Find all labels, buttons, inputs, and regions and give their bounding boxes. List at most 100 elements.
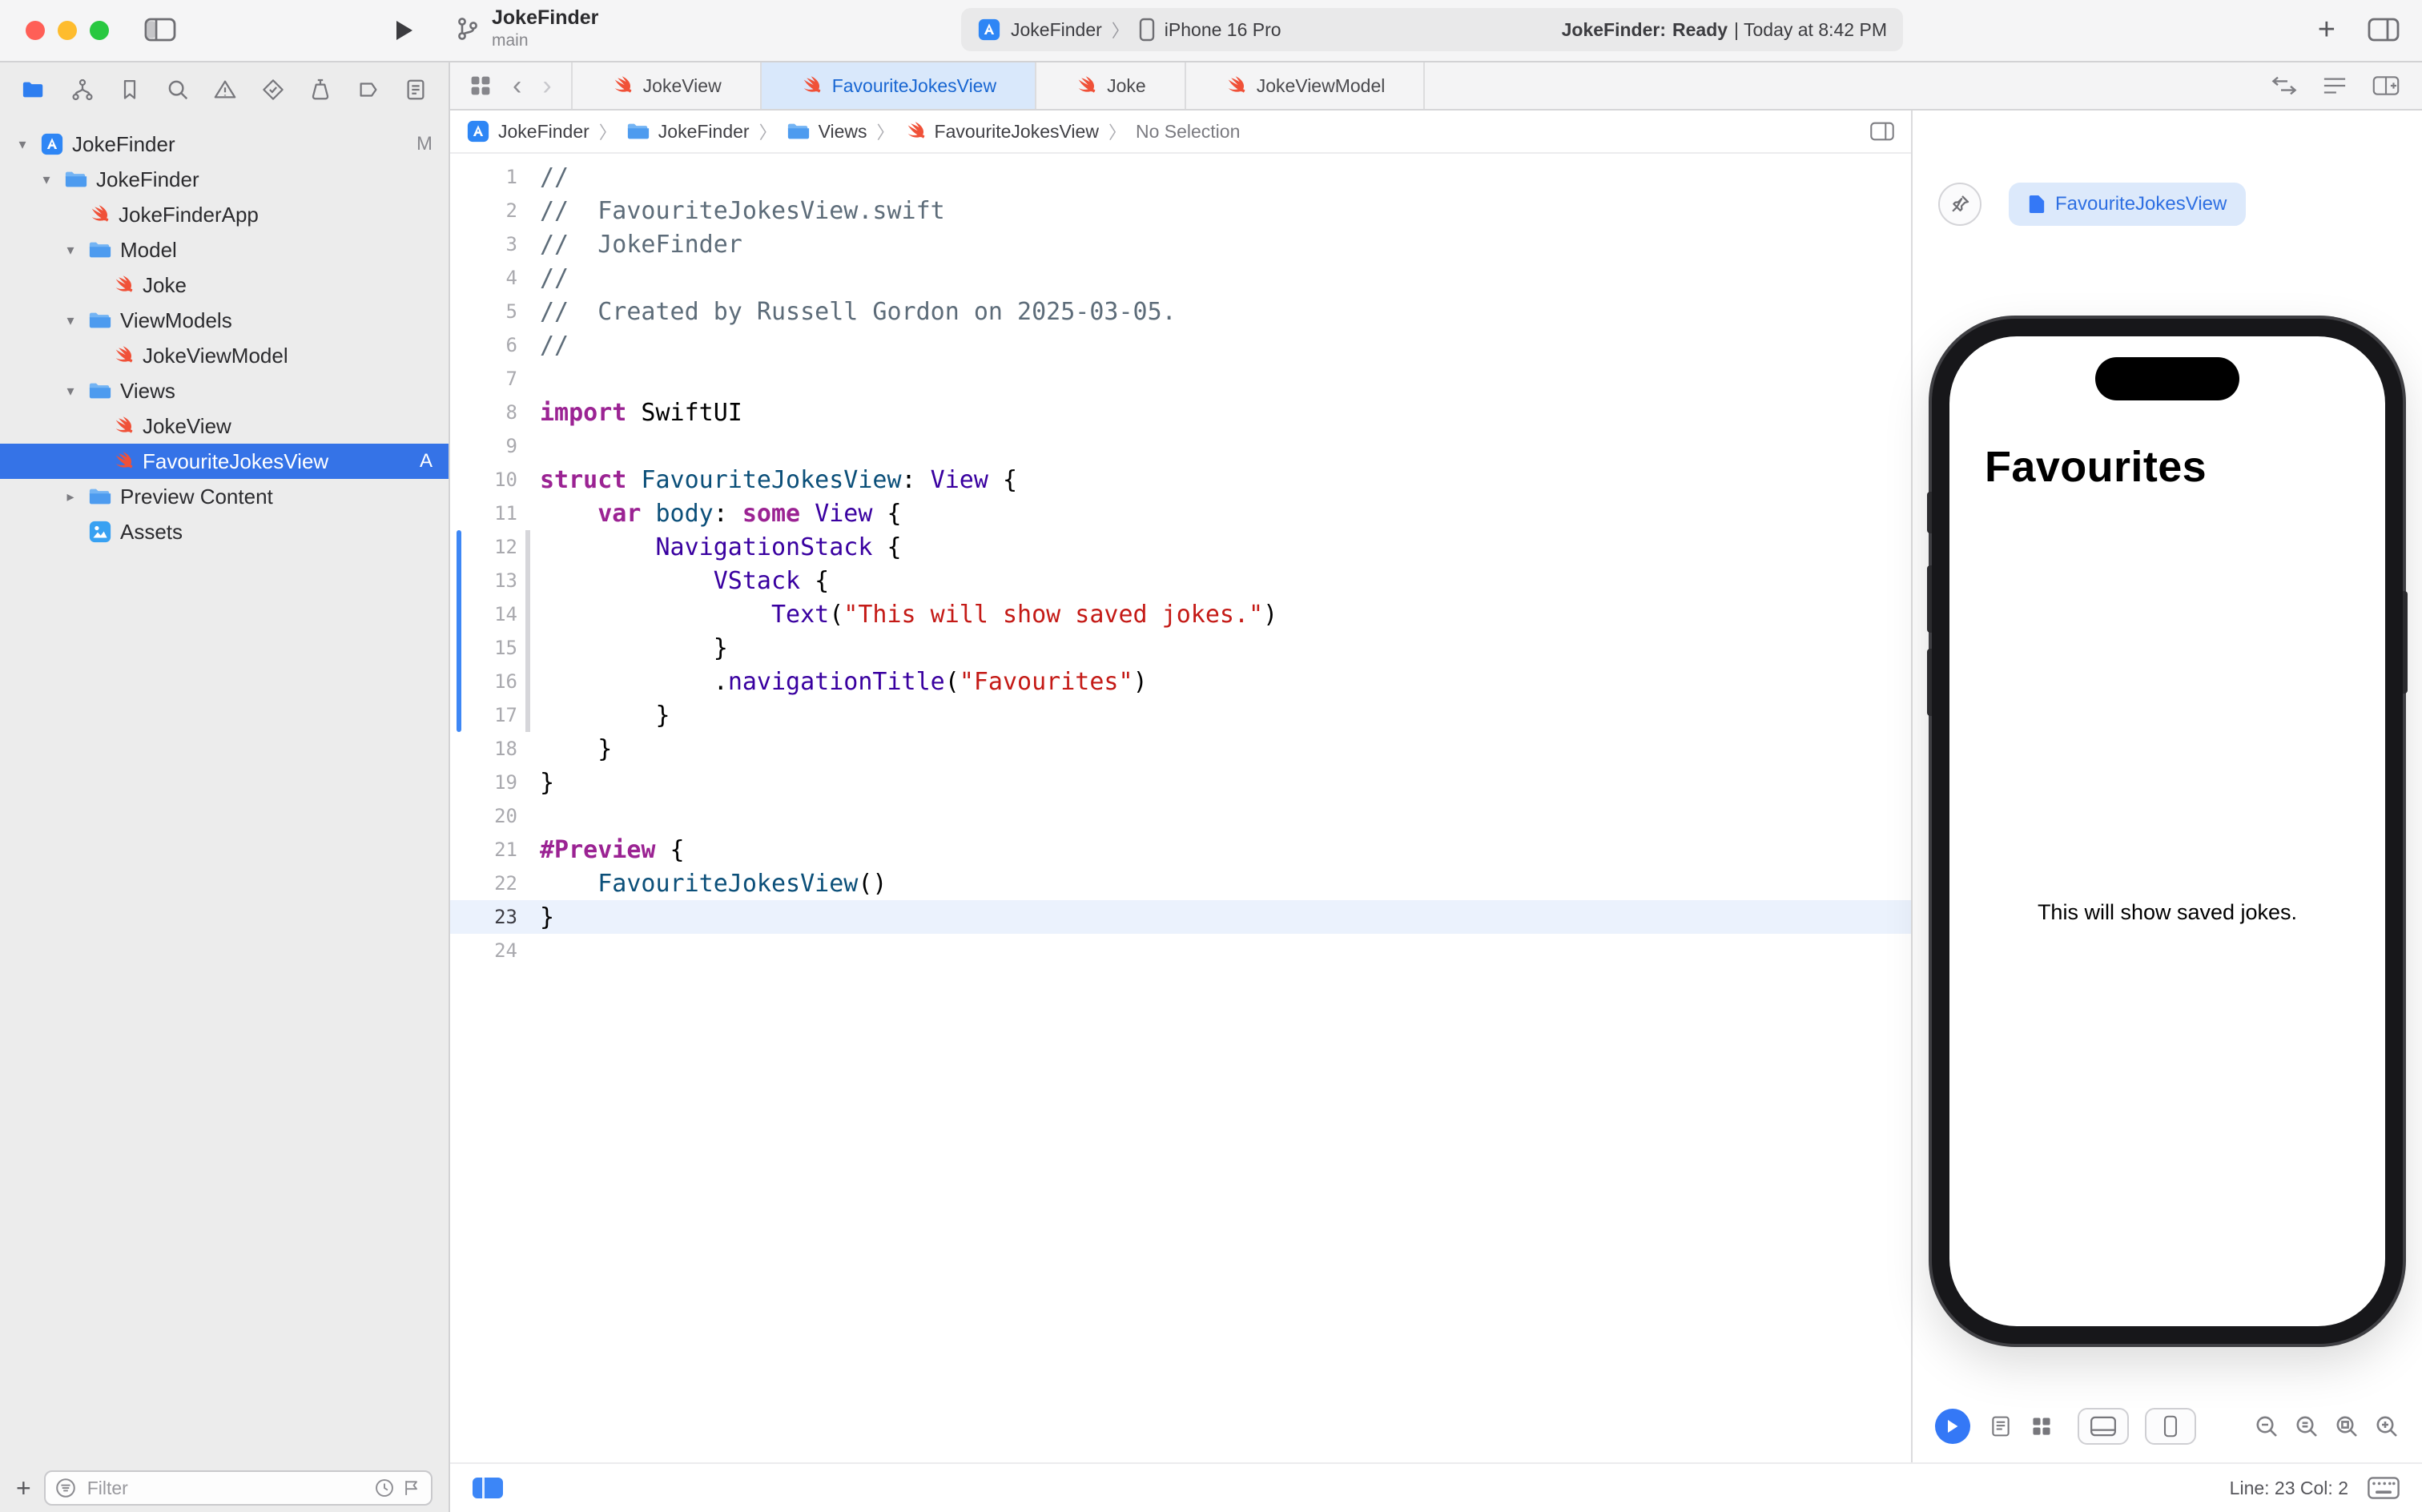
- sidebar-toggle-icon[interactable]: [144, 18, 176, 42]
- breadcrumb-item[interactable]: JokeFinder: [626, 119, 750, 143]
- code-line-5[interactable]: 5// Created by Russell Gordon on 2025-03…: [450, 295, 1911, 328]
- sidebar-item-jokefinderapp[interactable]: JokeFinderApp: [0, 197, 449, 232]
- code-line-1[interactable]: 1//: [450, 160, 1911, 194]
- version-editor-icon[interactable]: [2271, 76, 2297, 95]
- scheme-name[interactable]: JokeFinder: [1011, 19, 1102, 41]
- device-screen[interactable]: Favourites This will show saved jokes.: [1949, 336, 2385, 1326]
- code-line-22[interactable]: 22 FavouriteJokesView(): [450, 867, 1911, 900]
- device-bezel-button[interactable]: [2145, 1408, 2196, 1445]
- minimize-window-button[interactable]: [58, 21, 77, 40]
- filter-input[interactable]: [84, 1476, 367, 1501]
- sidebar-item-jokeviewmodel[interactable]: JokeViewModel: [0, 338, 449, 373]
- breakpoints-navigator-icon[interactable]: [356, 78, 380, 102]
- sidebar-item-joke[interactable]: Joke: [0, 267, 449, 303]
- code-line-10[interactable]: 10struct FavouriteJokesView: View {: [450, 463, 1911, 497]
- code-line-12[interactable]: 12 NavigationStack {: [450, 530, 1911, 564]
- code-line-20[interactable]: 20: [450, 799, 1911, 833]
- zoom-window-button[interactable]: [90, 21, 109, 40]
- issues-navigator-icon[interactable]: [213, 78, 237, 102]
- close-window-button[interactable]: [26, 21, 45, 40]
- find-navigator-icon[interactable]: [166, 78, 190, 102]
- bookmarks-navigator-icon[interactable]: [118, 78, 142, 102]
- code-line-18[interactable]: 18 }: [450, 732, 1911, 766]
- debug-navigator-icon[interactable]: [308, 78, 332, 102]
- related-items-icon[interactable]: [469, 74, 492, 97]
- code-line-23[interactable]: 23}: [450, 900, 1911, 934]
- selectable-mode-icon[interactable]: [1990, 1415, 2012, 1438]
- editor-options-icon[interactable]: [2323, 76, 2347, 95]
- sidebar-item-jokeview[interactable]: JokeView: [0, 408, 449, 444]
- sidebar-item-assets[interactable]: Assets: [0, 514, 449, 549]
- activity-view[interactable]: JokeFinder 〉 iPhone 16 Pro JokeFinder: R…: [961, 8, 1903, 51]
- filter-field[interactable]: [44, 1470, 432, 1506]
- recents-filter-icon[interactable]: [375, 1478, 394, 1498]
- sidebar-item-jokefinder[interactable]: ▾JokeFinderM: [0, 127, 449, 162]
- go-back-icon[interactable]: ‹: [513, 72, 521, 99]
- source-control-summary[interactable]: JokeFinder main: [455, 6, 598, 50]
- disclosure-triangle-icon[interactable]: ▾: [61, 312, 80, 329]
- sidebar-item-jokefinder[interactable]: ▾JokeFinder: [0, 162, 449, 197]
- live-preview-icon[interactable]: [1935, 1409, 1970, 1444]
- tests-navigator-icon[interactable]: [261, 78, 285, 102]
- tab-jokeviewmodel[interactable]: JokeViewModel: [1186, 62, 1426, 109]
- code-line-17[interactable]: 17 }: [450, 698, 1911, 732]
- editor-layout-icon[interactable]: [1869, 122, 1895, 141]
- disclosure-triangle-icon[interactable]: ▸: [61, 489, 80, 505]
- code-line-11[interactable]: 11 var body: some View {: [450, 497, 1911, 530]
- disclosure-triangle-icon[interactable]: ▾: [13, 136, 32, 153]
- editor-canvas-indicator-icon[interactable]: [473, 1478, 503, 1498]
- code-line-2[interactable]: 2// FavouriteJokesView.swift: [450, 194, 1911, 227]
- code-line-16[interactable]: 16 .navigationTitle("Favourites"): [450, 665, 1911, 698]
- source-control-navigator-icon[interactable]: [70, 78, 95, 102]
- breadcrumb-item[interactable]: JokeFinder: [466, 119, 589, 143]
- code-line-3[interactable]: 3// JokeFinder: [450, 227, 1911, 261]
- add-editor-icon[interactable]: [2372, 75, 2400, 96]
- code-line-7[interactable]: 7: [450, 362, 1911, 396]
- preview-tab-chip[interactable]: FavouriteJokesView: [2009, 183, 2246, 226]
- toolbar-plus-icon[interactable]: +: [2318, 14, 2336, 45]
- run-destination[interactable]: iPhone 16 Pro: [1165, 19, 1281, 41]
- sidebar-item-views[interactable]: ▾Views: [0, 373, 449, 408]
- tab-joke[interactable]: Joke: [1036, 62, 1186, 109]
- tab-favouritejokesview[interactable]: FavouriteJokesView: [762, 62, 1036, 109]
- reports-navigator-icon[interactable]: [404, 78, 428, 102]
- pin-preview-button[interactable]: [1938, 183, 1981, 226]
- code-area[interactable]: 1//2// FavouriteJokesView.swift3// JokeF…: [450, 154, 1911, 1462]
- inspector-toggle-icon[interactable]: [2368, 18, 2400, 42]
- go-forward-icon[interactable]: ›: [542, 72, 551, 99]
- code-line-9[interactable]: 9: [450, 429, 1911, 463]
- gutter-spacer: [517, 295, 540, 328]
- sidebar-item-viewmodels[interactable]: ▾ViewModels: [0, 303, 449, 338]
- code-line-24[interactable]: 24: [450, 934, 1911, 967]
- code-line-21[interactable]: 21#Preview {: [450, 833, 1911, 867]
- sidebar-item-preview-content[interactable]: ▸Preview Content: [0, 479, 449, 514]
- add-item-icon[interactable]: +: [16, 1475, 31, 1501]
- variants-mode-icon[interactable]: [2031, 1416, 2052, 1437]
- code-line-4[interactable]: 4//: [450, 261, 1911, 295]
- zoom-out-icon[interactable]: [2254, 1413, 2279, 1439]
- code-line-19[interactable]: 19}: [450, 766, 1911, 799]
- code-line-8[interactable]: 8import SwiftUI: [450, 396, 1911, 429]
- breadcrumb-item[interactable]: No Selection: [1136, 121, 1240, 143]
- tab-jokeview[interactable]: JokeView: [571, 62, 762, 109]
- run-icon[interactable]: [394, 19, 413, 42]
- volume-down-button: [1927, 649, 1932, 716]
- disclosure-triangle-icon[interactable]: ▾: [61, 383, 80, 400]
- code-line-15[interactable]: 15 }: [450, 631, 1911, 665]
- project-navigator-icon[interactable]: [21, 78, 46, 102]
- breadcrumb-item[interactable]: Views: [787, 119, 867, 143]
- device-settings-button[interactable]: [2078, 1408, 2129, 1445]
- zoom-fit-icon[interactable]: [2334, 1413, 2360, 1439]
- zoom-actual-icon[interactable]: [2294, 1413, 2319, 1439]
- disclosure-triangle-icon[interactable]: ▾: [37, 171, 56, 188]
- code-line-6[interactable]: 6//: [450, 328, 1911, 362]
- disclosure-triangle-icon[interactable]: ▾: [61, 242, 80, 259]
- breadcrumb-item[interactable]: FavouriteJokesView: [904, 120, 1099, 143]
- code-line-13[interactable]: 13 VStack {: [450, 564, 1911, 597]
- scm-filter-icon[interactable]: [402, 1478, 421, 1498]
- zoom-in-icon[interactable]: [2374, 1413, 2400, 1439]
- sidebar-item-model[interactable]: ▾Model: [0, 232, 449, 267]
- sidebar-item-favouritejokesview[interactable]: FavouriteJokesViewA: [0, 444, 449, 479]
- keyboard-icon[interactable]: [2368, 1477, 2400, 1499]
- code-line-14[interactable]: 14 Text("This will show saved jokes."): [450, 597, 1911, 631]
